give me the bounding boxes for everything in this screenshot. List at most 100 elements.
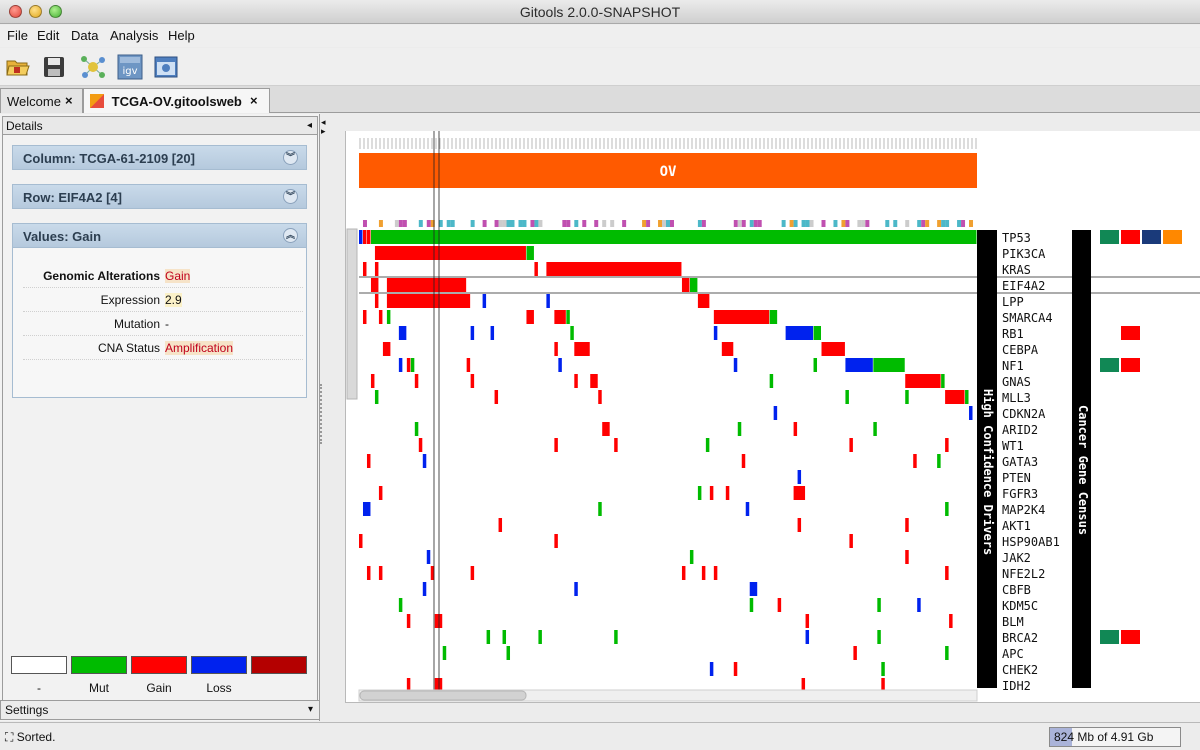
annotation-mark — [733, 220, 738, 227]
row-label: CBFB — [1002, 583, 1031, 597]
census-mark — [1121, 630, 1140, 644]
alteration-cell — [554, 534, 558, 548]
menu-data[interactable]: Data — [71, 28, 98, 43]
values-section-header[interactable]: Values: Gain ︽ — [12, 223, 307, 248]
alteration-cell — [945, 566, 949, 580]
menu-help[interactable]: Help — [168, 28, 195, 43]
alteration-cell — [378, 566, 383, 580]
tab-welcome[interactable]: Welcome × — [0, 88, 83, 113]
settings-label: Settings — [5, 703, 49, 717]
alteration-cell — [614, 438, 618, 452]
value-key: Genomic Alterations — [43, 269, 160, 283]
row-label: Row: EIF4A2 [4] — [23, 190, 122, 205]
igv-icon[interactable]: igv — [117, 54, 143, 80]
menu-file[interactable]: File — [7, 28, 28, 43]
annotation-mark — [378, 220, 383, 227]
annotation-mark — [805, 220, 810, 227]
details-header: Details ◂ — [2, 116, 318, 135]
row-label: CEBPA — [1002, 343, 1039, 357]
settings-bar[interactable]: Settings ▾ — [0, 700, 320, 720]
annotation-mark — [510, 220, 515, 227]
alteration-cell — [498, 518, 503, 532]
menu-analysis[interactable]: Analysis — [110, 28, 158, 43]
alteration-cell — [773, 406, 778, 420]
alteration-cell — [366, 230, 371, 244]
legend-label: Mut — [88, 681, 109, 695]
alteration-cell — [374, 390, 379, 404]
annotation-mark — [562, 220, 567, 227]
annotation-mark — [793, 220, 798, 227]
legend-swatch-loss — [191, 656, 247, 674]
alteration-cell — [378, 486, 383, 500]
annotation-mark — [789, 220, 794, 227]
row-label: EIF4A2 — [1002, 279, 1045, 293]
snapshot-icon[interactable] — [153, 54, 179, 80]
alteration-cell — [709, 662, 714, 676]
open-folder-icon[interactable] — [5, 54, 31, 80]
annotation-mark — [538, 220, 543, 227]
alteration-cell — [697, 294, 710, 308]
annotation-mark — [917, 220, 922, 227]
annotation-mark — [957, 220, 962, 227]
memory-indicator[interactable]: 824 Mb of 4.91 Gb — [1049, 727, 1181, 747]
collapse-left-icon[interactable]: ◂ — [307, 120, 312, 131]
alteration-cell — [386, 310, 391, 324]
row-label: NF1 — [1002, 359, 1024, 373]
legend-swatch-gain — [131, 656, 187, 674]
row-label: KDM5C — [1002, 599, 1038, 613]
row-label: MLL3 — [1002, 391, 1031, 405]
alteration-cell — [414, 374, 419, 388]
alteration-cell — [526, 246, 534, 260]
value-key: Mutation — [113, 317, 160, 331]
expand-left-icon[interactable]: ▸ — [321, 126, 326, 137]
expand-chevron-icon[interactable]: ︾ — [283, 189, 298, 204]
cancer-type-label: OV — [660, 164, 677, 180]
row-label: ARID2 — [1002, 423, 1038, 437]
alteration-cell — [574, 582, 578, 596]
alteration-cell — [877, 598, 881, 612]
alteration-cell — [969, 406, 973, 420]
annotation-mark — [426, 220, 431, 227]
row-label: APC — [1002, 647, 1024, 661]
annotation-mark — [941, 220, 946, 227]
network-icon[interactable] — [80, 54, 106, 80]
menu-edit[interactable]: Edit — [37, 28, 59, 43]
annotation-mark — [945, 220, 950, 227]
annotation-mark — [498, 220, 503, 227]
row-label: FGFR3 — [1002, 487, 1038, 501]
annotation-mark — [861, 220, 866, 227]
row-section-header[interactable]: Row: EIF4A2 [4] ︾ — [12, 184, 307, 209]
collapse-chevron-icon[interactable]: ︽ — [283, 228, 298, 243]
value-key: CNA Status — [97, 341, 160, 355]
menu-bar: File Edit Data Analysis Help — [0, 25, 1200, 47]
alteration-cell — [733, 662, 738, 676]
expand-chevron-icon[interactable]: ︾ — [283, 150, 298, 165]
alteration-cell — [574, 374, 578, 388]
alteration-cell — [466, 358, 471, 372]
alteration-cell — [382, 342, 391, 356]
alteration-cell — [745, 502, 750, 516]
close-tab-icon[interactable]: × — [250, 93, 258, 108]
chevron-down-icon[interactable]: ▾ — [308, 704, 313, 715]
alteration-cell — [434, 614, 443, 628]
tab-tcga-ov[interactable]: TCGA-OV.gitoolsweb × — [83, 88, 270, 113]
sort-icon: ⛶ — [5, 730, 14, 744]
splitter-handle[interactable] — [320, 384, 322, 444]
row-label: AKT1 — [1002, 519, 1031, 533]
annotation-mark — [821, 220, 826, 227]
alteration-cell — [410, 358, 415, 372]
annotation-mark — [697, 220, 702, 227]
status-message: Sorted. — [16, 730, 56, 744]
alteration-cell — [482, 294, 487, 308]
alteration-cell — [945, 390, 965, 404]
alteration-cell — [598, 390, 602, 404]
save-icon[interactable] — [41, 54, 67, 80]
row-label: WT1 — [1002, 439, 1024, 453]
column-section-header[interactable]: Column: TCGA-61-2109 [20] ︾ — [12, 145, 307, 170]
alteration-cell — [534, 262, 538, 276]
alteration-cell — [793, 422, 798, 436]
annotation-mark — [801, 220, 806, 227]
alteration-cell — [570, 326, 574, 340]
alteration-cell — [945, 438, 949, 452]
close-tab-icon[interactable]: × — [65, 93, 73, 108]
